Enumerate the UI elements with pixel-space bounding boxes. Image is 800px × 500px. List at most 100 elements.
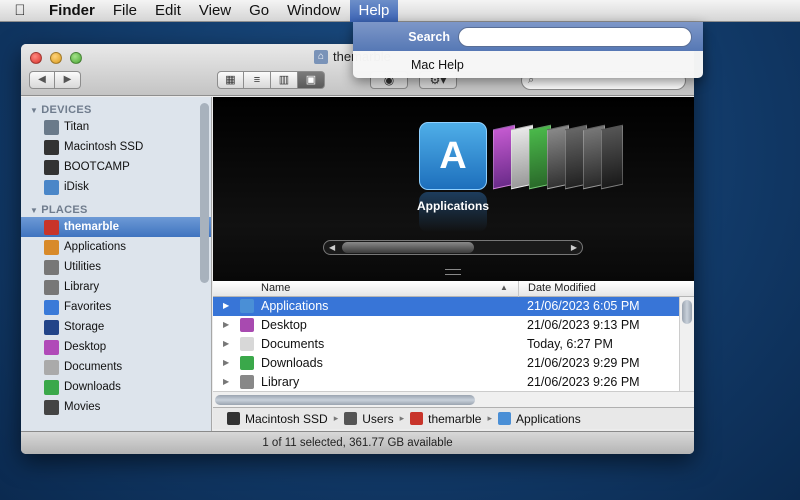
library-icon	[44, 279, 59, 295]
path-segment[interactable]: Applications	[498, 412, 581, 426]
table-row[interactable]: ▶ Downloads 21/06/2023 9:29 PM	[213, 354, 694, 373]
applications-cover-icon[interactable]: A	[419, 122, 487, 190]
drive-icon	[227, 412, 240, 425]
table-row[interactable]: ▶ Library 21/06/2023 9:26 PM	[213, 373, 694, 392]
scroll-right-arrow-icon[interactable]: ▶	[571, 241, 577, 254]
home-icon: ⌂	[314, 49, 328, 64]
minimize-button[interactable]	[50, 52, 62, 64]
table-row[interactable]: ▶ Desktop 21/06/2023 9:13 PM	[213, 316, 694, 335]
path-segment-label: Macintosh SSD	[245, 411, 328, 426]
sidebar-item-label: Desktop	[64, 341, 107, 353]
list-view-button[interactable]: ≡	[244, 71, 271, 89]
table-row[interactable]: ▶ Documents Today, 6:27 PM	[213, 335, 694, 354]
disclosure-right-icon[interactable]: ▶	[223, 339, 229, 348]
back-button[interactable]: ◀	[29, 71, 55, 89]
laptop-icon	[44, 119, 59, 135]
help-menu-dropdown: Search Mac Help	[353, 22, 703, 78]
sidebar-item-label: themarble	[64, 221, 119, 233]
sidebar-item-library[interactable]: Library	[21, 277, 211, 297]
list-header: Name ▲ Date Modified	[213, 281, 694, 297]
sidebar-item-documents[interactable]: Documents	[21, 357, 211, 377]
sidebar-devices-header[interactable]: ▼ DEVICES	[21, 97, 211, 117]
cover-flow-item[interactable]	[601, 124, 623, 190]
menu-finder[interactable]: Finder	[40, 0, 104, 22]
disclosure-right-icon[interactable]: ▶	[223, 377, 229, 386]
date-modified-column-header[interactable]: Date Modified	[518, 281, 596, 297]
resize-grip-icon[interactable]	[445, 269, 461, 275]
file-date-modified: 21/06/2023 9:26 PM	[527, 375, 640, 389]
cover-flow-scroll-thumb[interactable]	[342, 242, 474, 253]
sidebar-item-desktop[interactable]: Desktop	[21, 337, 211, 357]
list-horizontal-scroll-thumb[interactable]	[215, 395, 475, 405]
menu-window[interactable]: Window	[278, 0, 349, 22]
sidebar-item-downloads[interactable]: Downloads	[21, 377, 211, 397]
close-button[interactable]	[30, 52, 42, 64]
sidebar-item-bootcamp[interactable]: BOOTCAMP	[21, 157, 211, 177]
desktop-folder-icon	[240, 318, 254, 332]
path-segment[interactable]: Users	[344, 411, 394, 426]
sidebar-item-label: Library	[64, 281, 100, 293]
path-segment-label: Users	[362, 411, 394, 426]
menu-help[interactable]: Help	[349, 0, 399, 22]
column-view-button[interactable]: ▥	[271, 71, 298, 89]
table-row[interactable]: ▶ Applications 21/06/2023 6:05 PM	[213, 297, 694, 316]
help-search-label: Search	[408, 29, 450, 44]
file-name: Library	[261, 375, 300, 389]
menu-view[interactable]: View	[190, 0, 240, 22]
sidebar-places-list: themarble Applications Utilities Library Fav…	[21, 217, 211, 417]
help-search-input[interactable]	[458, 26, 692, 47]
file-name: Downloads	[261, 356, 323, 370]
menu-file[interactable]: File	[104, 0, 146, 22]
sidebar-item-label: Titan	[64, 121, 90, 133]
help-search-row: Search	[353, 22, 703, 51]
applications-folder-icon	[240, 299, 254, 313]
path-separator-icon: ▸	[487, 413, 493, 423]
sidebar: ▼ DEVICES Titan Macintosh SSD BOOTCAMP iDisk…	[21, 97, 212, 431]
disclosure-right-icon[interactable]: ▶	[223, 358, 229, 367]
sidebar-item-applications[interactable]: Applications	[21, 237, 211, 257]
sidebar-item-themarble[interactable]: themarble	[21, 217, 211, 237]
movies-icon	[44, 399, 59, 415]
cover-flow-pane: A Applications ◀ ▶	[213, 97, 694, 281]
disclosure-right-icon[interactable]: ▶	[223, 301, 229, 310]
list-horizontal-scrollbar[interactable]	[213, 391, 694, 407]
sidebar-item-storage[interactable]: Storage	[21, 317, 211, 337]
sidebar-places-header[interactable]: ▼ PLACES	[21, 197, 211, 217]
list-vertical-scrollbar[interactable]	[679, 297, 694, 391]
sidebar-item-macintosh-ssd[interactable]: Macintosh SSD	[21, 137, 211, 157]
sidebar-item-titan[interactable]: Titan	[21, 117, 211, 137]
sidebar-item-movies[interactable]: Movies	[21, 397, 211, 417]
path-segment[interactable]: Macintosh SSD	[227, 412, 328, 426]
icon-view-button[interactable]: ▦	[217, 71, 244, 89]
forward-button[interactable]: ▶	[55, 71, 81, 89]
file-name: Documents	[261, 337, 325, 351]
disclosure-right-icon[interactable]: ▶	[223, 320, 229, 329]
sidebar-scrollbar[interactable]	[200, 103, 209, 283]
path-segment[interactable]: themarble	[410, 412, 481, 426]
sidebar-item-idisk[interactable]: iDisk	[21, 177, 211, 197]
menu-go[interactable]: Go	[240, 0, 278, 22]
cover-flow-view-button[interactable]: ▣	[298, 71, 325, 89]
apple-menu-icon[interactable]: 	[0, 2, 40, 19]
downloads-icon	[44, 379, 59, 395]
sidebar-item-utilities[interactable]: Utilities	[21, 257, 211, 277]
menu-bar:  Finder File Edit View Go Window Help	[0, 0, 800, 22]
name-column-header[interactable]: Name	[261, 282, 290, 294]
documents-icon	[44, 359, 59, 375]
sidebar-item-label: Favorites	[64, 301, 112, 313]
scroll-left-arrow-icon[interactable]: ◀	[329, 241, 335, 254]
drive-icon	[44, 159, 59, 175]
utilities-icon	[44, 259, 59, 275]
applications-icon	[44, 239, 59, 255]
cover-flow-scrollbar[interactable]: ◀ ▶	[323, 240, 583, 255]
home-icon	[410, 412, 424, 425]
sidebar-item-favorites[interactable]: Favorites	[21, 297, 211, 317]
menu-edit[interactable]: Edit	[146, 0, 190, 22]
sidebar-item-label: Documents	[64, 361, 123, 373]
home-icon	[44, 219, 59, 235]
list-vertical-scroll-thumb[interactable]	[682, 300, 692, 324]
sidebar-item-label: Storage	[64, 321, 105, 333]
sidebar-item-label: Movies	[64, 401, 101, 413]
zoom-button[interactable]	[70, 52, 82, 64]
mac-help-menu-item[interactable]: Mac Help	[353, 51, 703, 72]
